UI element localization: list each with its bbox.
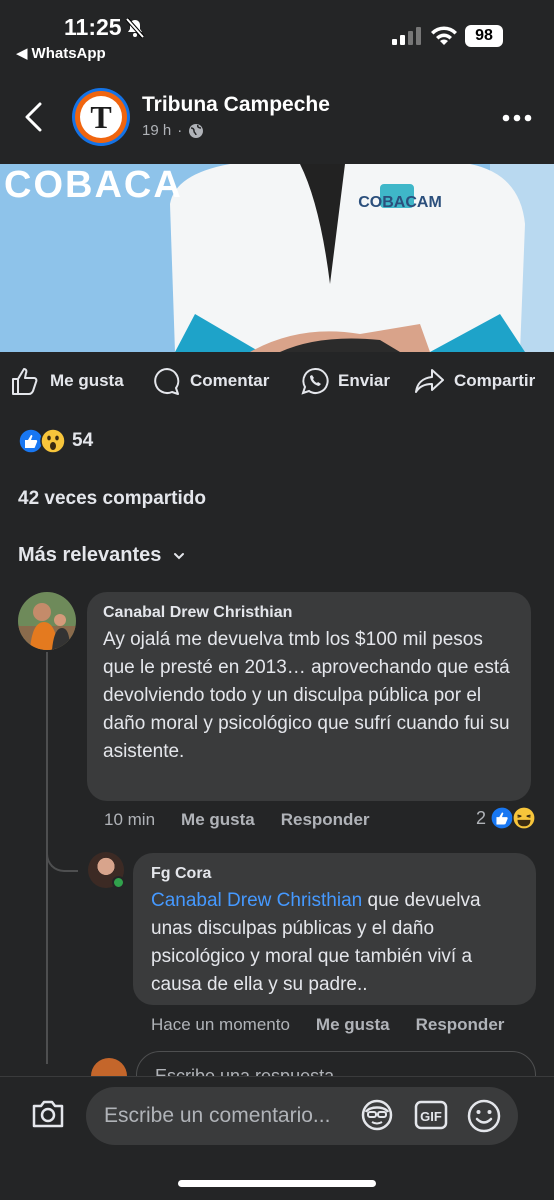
comment-text: Ay ojalá me devuelva tmb los $100 mil pe… [103, 629, 510, 762]
comment-sort-dropdown[interactable]: Más relevantes [18, 544, 185, 567]
reply-time: Hace un momento [151, 1015, 290, 1034]
bell-off-icon [124, 17, 146, 39]
page-logo-letter: T [80, 96, 122, 138]
globe-icon [188, 123, 204, 139]
battery-level: 98 [475, 27, 493, 44]
dot-separator: · [177, 122, 183, 139]
reply-text: Canabal Drew Christhian que devuelva una… [151, 887, 518, 999]
comment-reactions[interactable]: 2 [476, 806, 536, 830]
haha-reaction-icon [512, 806, 536, 830]
comment-time: 10 min [104, 810, 156, 829]
thread-connector [46, 848, 78, 872]
comment-author[interactable]: Canabal Drew Christhian [103, 604, 515, 622]
like-label: Me gusta [50, 371, 124, 390]
whatsapp-icon [301, 367, 329, 395]
emoji-icon [467, 1099, 501, 1133]
camera-icon [32, 1100, 64, 1128]
reaction-count: 54 [72, 430, 94, 451]
emoji-button[interactable] [466, 1098, 502, 1134]
avatar-sticker-icon [361, 1099, 393, 1131]
commenter-avatar[interactable] [18, 592, 76, 650]
back-app-label: WhatsApp [31, 44, 106, 62]
gif-button[interactable]: GIF [414, 1100, 448, 1130]
share-arrow-icon [415, 369, 444, 393]
online-indicator [112, 876, 125, 889]
chevron-down-icon [174, 552, 185, 559]
post-meta: 19 h · [142, 122, 204, 139]
back-triangle-icon: ◀ [16, 45, 28, 62]
comment-reaction-count: 2 [476, 807, 487, 828]
reply-like-button[interactable]: Me gusta [316, 1015, 390, 1035]
share-label: Compartir [454, 371, 536, 390]
like-button[interactable]: Me gusta [10, 366, 124, 396]
page-avatar[interactable]: T [72, 88, 130, 146]
comment-button[interactable]: Comentar [152, 366, 269, 396]
post-time: 19 h [142, 122, 172, 139]
back-button[interactable] [22, 102, 46, 132]
reply-actions: Hace un momento Me gusta Responder [151, 1015, 504, 1035]
comment-bubble-icon [154, 368, 180, 395]
comment-bubble[interactable]: Canabal Drew Christhian Ay ojalá me devu… [87, 592, 531, 801]
camera-button[interactable] [30, 1098, 66, 1130]
post-photo[interactable]: COBACAM COBACA [0, 164, 554, 352]
wifi-icon [430, 25, 458, 47]
share-button[interactable]: Compartir [414, 366, 535, 396]
reply-bubble[interactable]: Fg Cora Canabal Drew Christhian que devu… [133, 853, 536, 1005]
status-time: 11:25 [64, 14, 122, 40]
back-to-app-link[interactable]: ◀ WhatsApp [16, 44, 106, 63]
home-indicator[interactable] [178, 1180, 376, 1187]
photo-overlay-text: COBACA [4, 164, 183, 206]
battery-indicator: 98 [465, 25, 503, 47]
reply-author[interactable]: Fg Cora [151, 865, 518, 883]
comment-like-button[interactable]: Me gusta [181, 810, 255, 830]
like-reaction-icon [490, 806, 514, 830]
comment-label: Comentar [190, 371, 270, 390]
wow-reaction-icon [40, 428, 66, 454]
signal-icon [392, 27, 422, 45]
reply-reply-button[interactable]: Responder [416, 1015, 505, 1035]
page-name[interactable]: Tribuna Campeche [142, 93, 330, 117]
send-button[interactable]: Enviar [300, 366, 390, 396]
more-options-button[interactable] [502, 114, 532, 122]
gif-icon: GIF [414, 1100, 448, 1130]
comment-actions: 10 min Me gusta Responder [104, 810, 370, 830]
comment-placeholder[interactable]: Escribe un comentario... [104, 1104, 330, 1128]
avatar-sticker-button[interactable] [360, 1098, 394, 1132]
shares-count[interactable]: 42 veces compartido [18, 488, 206, 510]
reactions-summary[interactable]: 54 [18, 428, 93, 454]
comment-reply-button[interactable]: Responder [281, 810, 370, 830]
svg-text:GIF: GIF [420, 1109, 442, 1124]
thumbs-up-icon [12, 368, 38, 395]
send-label: Enviar [338, 371, 390, 390]
sort-label: Más relevantes [18, 544, 162, 566]
badge-text: COBACAM [358, 194, 442, 211]
reply-mention[interactable]: Canabal Drew Christhian [151, 890, 362, 911]
